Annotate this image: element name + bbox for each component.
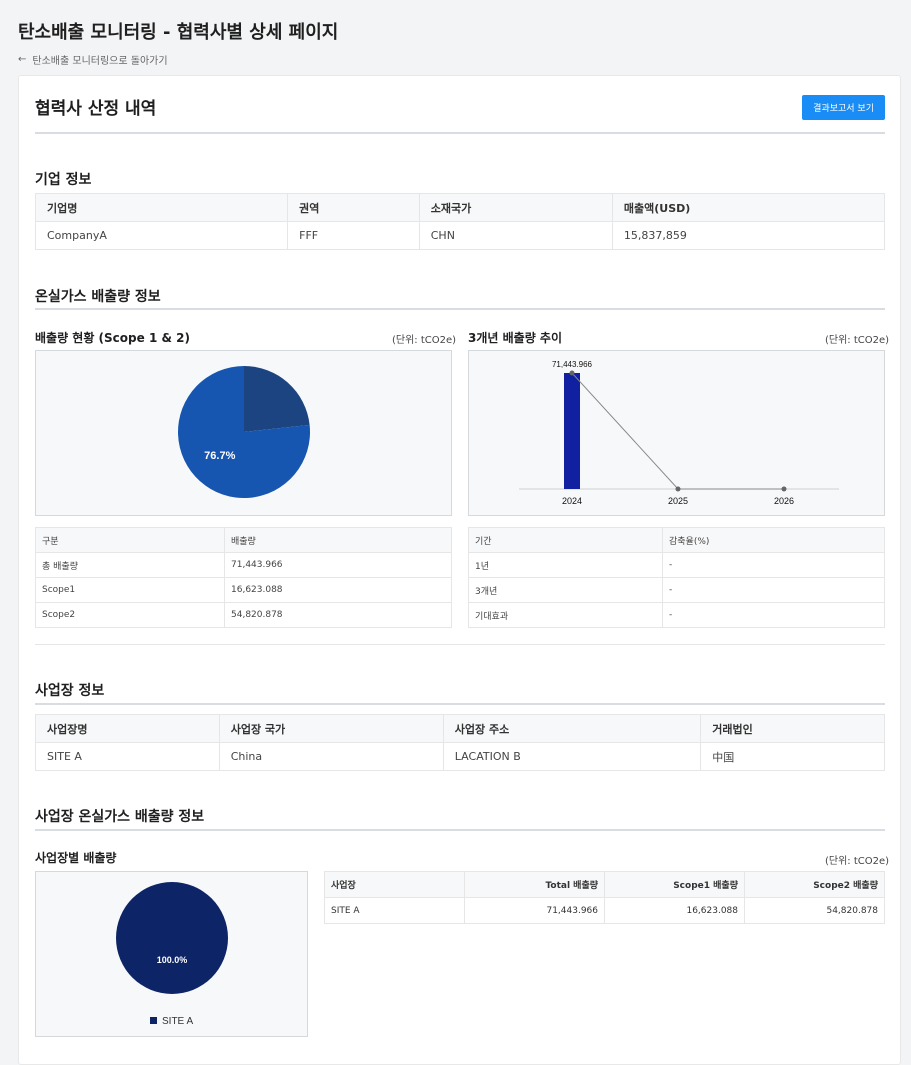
table-cell: -: [662, 602, 885, 628]
trend-line: [571, 372, 784, 490]
table-cell: 15,837,859: [611, 221, 886, 250]
emission-trend-title: 3개년 배출량 추이: [468, 331, 562, 345]
table-row: 3개년 -: [468, 577, 885, 603]
card-title: 협력사 산정 내역: [35, 99, 157, 119]
ghg-section-title: 온실가스 배출량 정보: [35, 289, 161, 305]
table-cell: 16,623.088: [604, 897, 745, 924]
table-header: 사업장명: [35, 714, 220, 743]
view-report-button[interactable]: 결과보고서 보기: [802, 95, 885, 120]
table-header: 사업장: [324, 871, 465, 898]
emission-status-title: 배출량 현황 (Scope 1 & 2): [35, 331, 190, 345]
table-cell: -: [662, 577, 885, 603]
table-cell: CompanyA: [34, 221, 289, 250]
table-cell: SITE A: [35, 742, 220, 771]
x-tick-label: 2026: [774, 496, 794, 506]
table-header: Scope2 배출량: [744, 871, 885, 898]
page-title: 탄소배출 모니터링 - 협력사별 상세 페이지: [18, 22, 339, 43]
site-emission-title: 사업장별 배출량: [35, 851, 117, 865]
trend-bar-chart: 2024 71,443.966 2025 2026: [468, 350, 885, 516]
divider: [35, 644, 885, 645]
site-table: 사업장명 사업장 국가 사업장 주소 거래법인 SITE A China LAC…: [35, 714, 885, 771]
table-cell: FFF: [287, 221, 420, 250]
site-section-title: 사업장 정보: [35, 683, 105, 699]
table-cell: 16,623.088: [224, 577, 452, 603]
company-table: 기업명 권역 소재국가 매출액(USD) CompanyA FFF CHN 15…: [34, 193, 886, 250]
site-emission-table: 사업장 Total 배출량 Scope1 배출량 Scope2 배출량 SITE…: [324, 871, 885, 924]
unit-label: (단위: tCO2e): [392, 335, 457, 346]
trend-point[interactable]: [569, 370, 575, 376]
table-cell: 3개년: [468, 577, 663, 603]
table-row: Scope2 54,820.878: [35, 602, 452, 628]
table-cell: 中国: [700, 742, 885, 771]
table-cell: LACATION B: [442, 742, 702, 771]
table-cell: 총 배출량: [35, 552, 225, 578]
pie-slice-scope1[interactable]: [244, 366, 310, 432]
x-tick-label: 2025: [668, 496, 688, 506]
pie-slice-site-a[interactable]: [116, 882, 228, 994]
trend-point[interactable]: [675, 486, 681, 492]
table-header: 사업장 주소: [442, 714, 702, 743]
arrow-left-icon: ←: [18, 54, 27, 65]
x-tick-label: 2024: [562, 496, 582, 506]
table-cell: 71,443.966: [224, 552, 452, 578]
site-pie-chart: 100.0% SITE A: [35, 871, 308, 1037]
bar-2024[interactable]: [564, 373, 580, 489]
table-header: Total 배출량: [464, 871, 605, 898]
unit-label: (단위: tCO2e): [825, 856, 890, 867]
table-header: 권역: [287, 193, 420, 222]
legend-swatch: [150, 1017, 157, 1024]
page-header: 탄소배출 모니터링 - 협력사별 상세 페이지 ← 탄소배출 모니터링으로 돌아…: [18, 18, 338, 67]
legend-label: SITE A: [162, 1016, 193, 1027]
pie-data-label: 100.0%: [157, 955, 188, 965]
table-row: Scope1 16,623.088: [35, 577, 452, 603]
scope-pie-svg: 76.7%: [178, 366, 310, 498]
pie-data-label: 76.7%: [204, 450, 235, 462]
card-header: 협력사 산정 내역 결과보고서 보기: [35, 94, 885, 134]
table-cell: Scope1: [35, 577, 225, 603]
table-cell: CHN: [418, 221, 613, 250]
unit-label: (단위: tCO2e): [825, 335, 890, 346]
table-cell: China: [218, 742, 444, 771]
site-ghg-section-title: 사업장 온실가스 배출량 정보: [35, 809, 205, 825]
table-header: 소재국가: [418, 193, 613, 222]
site-pie-svg: 100.0% SITE A: [116, 882, 228, 1027]
company-section-title: 기업 정보: [35, 172, 92, 188]
table-row: SITE A 71,443.966 16,623.088 54,820.878: [324, 897, 885, 924]
back-link-label: 탄소배출 모니터링으로 돌아가기: [32, 56, 168, 67]
trend-bar-svg: 2024 71,443.966 2025 2026: [519, 360, 839, 506]
table-header: 거래법인: [700, 714, 885, 743]
table-row: 총 배출량 71,443.966: [35, 552, 452, 578]
scope-pie-chart: 76.7%: [35, 350, 452, 516]
emission-trend-table: 기간 감축율(%) 1년 - 3개년 - 기대효과 -: [468, 527, 885, 628]
table-cell: SITE A: [324, 897, 465, 924]
section-rule: [35, 308, 885, 310]
table-cell: -: [662, 552, 885, 578]
bar-data-label: 71,443.966: [552, 360, 593, 369]
table-header: Scope1 배출량: [604, 871, 745, 898]
table-cell: 1년: [468, 552, 663, 578]
detail-card: 협력사 산정 내역 결과보고서 보기 기업 정보 기업명 권역 소재국가 매출액…: [18, 75, 901, 1065]
table-header: 구분: [35, 527, 225, 553]
table-cell: 54,820.878: [224, 602, 452, 628]
table-cell: 54,820.878: [744, 897, 885, 924]
section-rule: [35, 703, 885, 705]
table-header: 매출액(USD): [611, 193, 886, 222]
section-rule: [35, 829, 885, 831]
table-header: 기간: [468, 527, 663, 553]
table-row: 기대효과 -: [468, 602, 885, 628]
trend-point[interactable]: [781, 486, 787, 492]
table-header: 사업장 국가: [218, 714, 444, 743]
table-header: 배출량: [224, 527, 452, 553]
table-row: 1년 -: [468, 552, 885, 578]
table-cell: 기대효과: [468, 602, 663, 628]
back-link[interactable]: ← 탄소배출 모니터링으로 돌아가기: [18, 52, 338, 67]
table-cell: Scope2: [35, 602, 225, 628]
table-row: CompanyA FFF CHN 15,837,859: [34, 221, 886, 250]
emission-status-table: 구분 배출량 총 배출량 71,443.966 Scope1 16,623.088 …: [35, 527, 452, 628]
table-header: 기업명: [34, 193, 289, 222]
table-cell: 71,443.966: [464, 897, 605, 924]
table-header: 감축율(%): [662, 527, 885, 553]
table-row: SITE A China LACATION B 中国: [35, 742, 885, 771]
